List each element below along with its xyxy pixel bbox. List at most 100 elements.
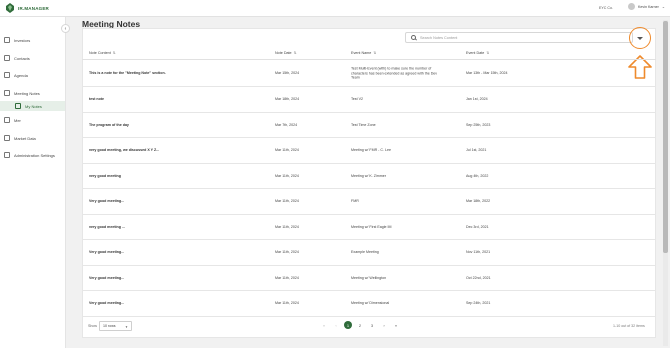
agenda-icon <box>4 72 10 78</box>
event-name-cell: Meeting w/ FMR - C. Lee <box>351 148 391 152</box>
event-date-cell: Sep 24th, 2021 <box>466 301 491 305</box>
sidebar-collapse-button[interactable]: ‹ <box>61 24 70 33</box>
range-text: 1-10 out of 32 items <box>613 324 645 328</box>
table-row[interactable]: Very good meeting... Mar 11th, 2024 Meet… <box>82 266 656 291</box>
sidebar-item-label: Administration Settings <box>14 152 55 158</box>
market-data-icon <box>4 135 10 141</box>
chevron-down-icon: ▼ <box>125 325 128 329</box>
sort-icon: ⇅ <box>373 51 377 55</box>
page-button[interactable]: 1 <box>344 321 352 329</box>
note-content-cell: The program of the day <box>89 122 129 127</box>
column-header-note-content[interactable]: Note Content ⇅ <box>89 51 116 55</box>
event-date-cell: Jan 1st, 2024 <box>466 97 488 101</box>
table-row[interactable]: The program of the day Mar 7th, 2024 Tes… <box>82 113 656 138</box>
note-date-cell: Mar 11th, 2024 <box>275 199 299 203</box>
chevron-down-icon <box>637 36 643 40</box>
event-name-cell: Test Multi-Event (with) to make sure the… <box>351 66 438 80</box>
note-date-cell: Mar 11th, 2024 <box>275 301 299 305</box>
event-date-cell: Mar 18th, 2022 <box>466 199 491 203</box>
event-name-cell: FMR <box>351 199 359 203</box>
event-date-cell: Dec 3rd, 2021 <box>466 224 489 229</box>
note-date-cell: Mar 11th, 2024 <box>275 148 299 152</box>
prev-page-icon[interactable]: ‹ <box>332 321 340 329</box>
sidebar-item-label: Contacts <box>14 55 30 61</box>
note-content-cell: Very good meeting... <box>89 301 125 305</box>
note-date-cell: Mar 15th, 2024 <box>275 71 300 75</box>
note-content-cell: very good meeting <box>89 173 121 178</box>
chevron-down-icon: ⌄ <box>661 4 666 9</box>
event-date-cell: Nov 11th, 2021 <box>466 250 491 254</box>
sort-icon: ⇅ <box>486 51 490 55</box>
top-bar: IR.MANAGER EYC Co. Kevin Karner ⌄ <box>0 0 670 17</box>
show-label: Show <box>88 324 97 328</box>
page-button[interactable]: 2 <box>356 321 364 329</box>
note-date-cell: Mar 7th, 2024 <box>275 122 298 127</box>
event-name-cell: Example Meeting <box>351 250 379 254</box>
sidebar-item-label: Market Data <box>14 135 36 141</box>
event-date-cell: Mar 13th - Mar 15th, 2024 <box>466 71 508 75</box>
note-date-cell: Mar 11th, 2024 <box>275 224 299 229</box>
sidebar-item-agenda[interactable]: Agenda <box>4 70 64 80</box>
search-box[interactable] <box>405 32 633 43</box>
table-row[interactable]: very good meeting, we discussed X Y Z...… <box>82 138 656 164</box>
user-name: Kevin Karner <box>638 4 659 9</box>
next-page-icon[interactable]: › <box>380 321 388 329</box>
first-page-icon[interactable]: « <box>320 321 328 329</box>
search-input[interactable] <box>420 35 620 40</box>
sidebar-item-contacts[interactable]: Contacts <box>4 53 64 63</box>
contacts-icon <box>4 55 10 61</box>
mer-icon <box>4 117 10 123</box>
org-name[interactable]: EYC Co. <box>599 6 613 10</box>
sort-icon: ⇅ <box>293 51 297 55</box>
column-header-event-date[interactable]: Event Date ⇅ <box>466 51 489 55</box>
sidebar-item-my-notes[interactable]: My Notes <box>0 101 65 111</box>
search-icon <box>411 35 416 40</box>
sidebar-item-investors[interactable]: Investors <box>4 35 64 45</box>
event-name-cell: Meeting w/ Wellington <box>351 275 387 280</box>
rows-per-page-value: 10 rows <box>103 324 116 328</box>
sidebar-item-mer[interactable]: Mer <box>4 115 64 125</box>
table-row[interactable]: Very good meeting... Mar 11th, 2024 Exam… <box>82 240 656 266</box>
page-button[interactable]: 3 <box>368 321 376 329</box>
my-notes-icon <box>15 103 21 109</box>
table-row[interactable]: very good meeting Mar 11th, 2024 Meeting… <box>82 164 656 189</box>
event-name-cell: Test Time Zone <box>351 122 376 127</box>
rows-per-page-select[interactable]: 10 rows ▼ <box>99 321 132 331</box>
table-row[interactable]: Very good meeting... Mar 11th, 2024 Meet… <box>82 291 656 317</box>
sidebar-item-meeting-notes[interactable]: Meeting Notes <box>4 88 64 98</box>
note-date-cell: Mar 11th, 2024 <box>275 173 299 178</box>
column-header-event-name[interactable]: Event Name ⇅ <box>351 51 376 55</box>
table-row[interactable]: Very good meeting... Mar 11th, 2024 FMR … <box>82 189 656 215</box>
column-header-note-date[interactable]: Note Date ⇅ <box>275 51 296 55</box>
app-logo[interactable]: IR.MANAGER <box>5 3 49 13</box>
note-content-cell: test note <box>89 97 104 101</box>
note-date-cell: Mar 11th, 2024 <box>275 250 299 254</box>
note-content-cell: Very good meeting... <box>89 250 125 254</box>
note-date-cell: Mar 18th, 2024 <box>275 97 300 101</box>
table-footer: Show 10 rows ▼ « ‹ 1 2 3 › » 1-10 out of… <box>82 318 656 334</box>
event-date-cell: Oct 22nd, 2021 <box>466 275 491 280</box>
last-page-icon[interactable]: » <box>392 321 400 329</box>
event-name-cell: Test V2 <box>351 97 363 101</box>
event-date-cell: Sep 25th, 2023 <box>466 122 491 127</box>
scrollbar-thumb[interactable] <box>663 21 668 253</box>
note-content-cell: very good meeting, we discussed X Y Z... <box>89 148 160 152</box>
note-content-cell: very good meeting ... <box>89 224 125 229</box>
sidebar-item-administration-settings[interactable]: Administration Settings <box>4 150 64 160</box>
table-row[interactable]: This is a note for the "Meeting Note" se… <box>82 61 656 87</box>
sort-icon: ⇅ <box>112 51 116 55</box>
event-name-cell: Meeting w/ K. Zimmer <box>351 173 386 178</box>
event-date-cell: Aug 4th, 2022 <box>466 173 489 178</box>
user-menu[interactable]: Kevin Karner ⌄ <box>628 3 665 10</box>
event-name-cell: Meeting w/ First Eagle IM <box>351 224 392 229</box>
note-content-cell: Very good meeting... <box>89 199 125 203</box>
sidebar: Investors Contacts Agenda Meeting Notes … <box>0 17 66 348</box>
table-row[interactable]: very good meeting ... Mar 11th, 2024 Mee… <box>82 215 656 240</box>
table-header: Note Content ⇅ Note Date ⇅ Event Name ⇅ Eve… <box>82 47 656 60</box>
logo-text: IR.MANAGER <box>18 5 49 11</box>
sidebar-item-market-data[interactable]: Market Data <box>4 133 64 143</box>
table-row[interactable]: test note Mar 18th, 2024 Test V2 Jan 1st… <box>82 87 656 113</box>
pagination: « ‹ 1 2 3 › » <box>320 321 400 329</box>
expand-filters-button[interactable] <box>629 27 651 49</box>
event-date-cell: Jul 1st, 2021 <box>466 148 487 152</box>
